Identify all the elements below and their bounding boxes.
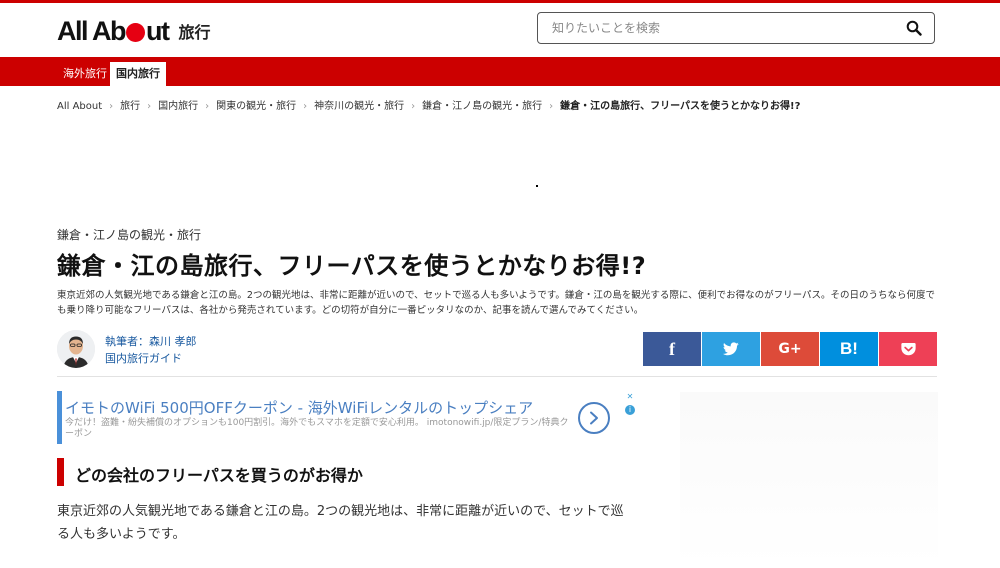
google-plus-share-button[interactable]: G+ [761, 332, 819, 366]
article-lead: 東京近郊の人気観光地である鎌倉と江の島。2つの観光地は、非常に距離が近いので、セ… [57, 290, 936, 316]
breadcrumb-item-kamakura[interactable]: 鎌倉・江ノ島の観光・旅行 [422, 97, 542, 112]
logo-red-dot [126, 22, 145, 42]
tab-overseas-travel[interactable]: 海外旅行 [57, 62, 113, 86]
hatena-bookmark-icon: B! [840, 339, 858, 358]
pocket-icon [900, 343, 916, 356]
heading-accent-bar [57, 458, 64, 486]
ad-accent-bar [57, 391, 62, 444]
breadcrumb-item-travel[interactable]: 旅行 [120, 97, 140, 112]
search-icon[interactable] [906, 20, 922, 36]
breadcrumb-separator: › [147, 101, 152, 112]
logo-wordmark: All Ab ut [57, 15, 170, 46]
author-divider [57, 376, 937, 377]
breadcrumb-item-kanto[interactable]: 関東の観光・旅行 [216, 97, 296, 112]
section-heading: どの会社のフリーパスを買うのがお得か [57, 458, 637, 486]
breadcrumb-item-allabout[interactable]: All About [57, 101, 102, 112]
breadcrumb-item-kanagawa[interactable]: 神奈川の観光・旅行 [314, 97, 404, 112]
pocket-button[interactable] [879, 332, 937, 366]
breadcrumb-separator: › [303, 101, 308, 112]
breadcrumb: All About › 旅行 › 国内旅行 › 関東の観光・旅行 › 神奈川の観光・旅行 › 鎌倉・… [57, 97, 800, 112]
author-name-link[interactable]: 執筆者：森川 孝郎 [105, 333, 197, 349]
sponsored-ad[interactable]: イモトのWiFi 500円OFFクーポン - 海外WiFiレンタルのトップシェア… [57, 391, 637, 444]
search-box[interactable] [537, 12, 935, 44]
ad-description: 今だけ！盗難・紛失補償のオプションも100円割引。海外でもスマホを定額で安心利用… [65, 418, 569, 439]
ad-placeholder [536, 185, 538, 187]
breadcrumb-separator: › [549, 101, 554, 112]
logo-section-label: 旅行 [178, 23, 211, 42]
hatena-bookmark-button[interactable]: B! [820, 332, 878, 366]
site-header: All Ab ut 旅行 [0, 3, 1000, 57]
twitter-icon [723, 342, 739, 356]
google-plus-icon: G+ [778, 341, 802, 357]
breadcrumb-separator: › [109, 101, 114, 112]
ad-close-icon[interactable]: ✕ [625, 392, 635, 402]
facebook-share-button[interactable]: f [643, 332, 701, 366]
author-role-link[interactable]: 国内旅行ガイド [105, 350, 182, 366]
author-photo [57, 330, 95, 368]
article-category[interactable]: 鎌倉・江ノ島の観光・旅行 [57, 226, 201, 243]
twitter-share-button[interactable] [702, 332, 760, 366]
section-heading-text: どの会社のフリーパスを買うのがお得か [75, 466, 363, 485]
breadcrumb-item-domestic[interactable]: 国内旅行 [158, 97, 198, 112]
facebook-icon: f [669, 338, 675, 359]
ad-chevron-right-icon[interactable] [578, 402, 610, 434]
breadcrumb-current: 鎌倉・江の島旅行、フリーパスを使うとかなりお得!? [560, 101, 801, 112]
article-body-paragraph: 東京近郊の人気観光地である鎌倉と江の島。2つの観光地は、非常に距離が近いので、セ… [57, 504, 624, 542]
breadcrumb-separator: › [205, 101, 210, 112]
author-block: 執筆者：森川 孝郎 国内旅行ガイド [57, 330, 357, 368]
ad-title[interactable]: イモトのWiFi 500円OFFクーポン - 海外WiFiレンタルのトップシェア [65, 397, 533, 418]
ad-info-icon[interactable]: i [625, 405, 635, 415]
avatar[interactable] [57, 330, 95, 368]
breadcrumb-separator: › [411, 101, 416, 112]
search-input[interactable] [538, 13, 902, 43]
article-title: 鎌倉・江の島旅行、フリーパスを使うとかなりお得!? [57, 252, 647, 280]
sidebar-placeholder [680, 392, 938, 568]
tab-domestic-travel[interactable]: 国内旅行 [110, 62, 166, 86]
category-nav: 海外旅行 国内旅行 [0, 57, 1000, 86]
allabout-logo[interactable]: All Ab ut 旅行 [57, 14, 211, 48]
share-buttons: f G+ B! [643, 332, 938, 366]
